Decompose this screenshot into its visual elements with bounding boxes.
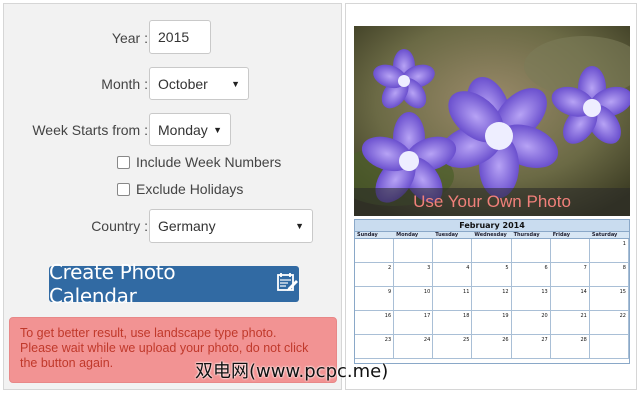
calendar-day-cell	[472, 239, 512, 263]
week-start-label: Week Starts from :	[32, 122, 148, 138]
calendar-day-cell: 20	[511, 311, 551, 335]
calendar-day-cell: 4	[433, 263, 473, 287]
calendar-day-cell: 1	[589, 239, 629, 263]
week-start-value: Monday	[158, 121, 208, 138]
chevron-down-icon: ▼	[295, 221, 304, 231]
calendar-day-cell: 9	[355, 287, 395, 311]
weekday-label: Friday	[552, 232, 571, 238]
month-label: Month :	[101, 76, 148, 92]
country-value: Germany	[158, 218, 216, 234]
calendar-day-cell	[550, 239, 590, 263]
calendar-day-cell: 17	[394, 311, 434, 335]
preview-photo: Use Your Own Photo	[354, 26, 630, 216]
alert-line-1: To get better result, use landscape type…	[20, 326, 277, 340]
weekday-label: Tuesday	[435, 232, 459, 238]
year-label: Year :	[111, 30, 148, 46]
calendar-day-cell	[433, 239, 473, 263]
calendar-day-cell: 19	[472, 311, 512, 335]
calendar-grid: February 2014 Sunday Monday Tuesday Wednesd…	[354, 219, 630, 364]
month-select[interactable]: October ▼	[149, 67, 249, 100]
calendar-day-cell: 11	[433, 287, 473, 311]
exclude-holidays-label: Exclude Holidays	[136, 181, 244, 197]
calendar-day-cell: 27	[511, 335, 551, 359]
calendar-day-cell: 7	[550, 263, 590, 287]
calendar-preview: Use Your Own Photo February 2014 Sunday M…	[345, 3, 637, 390]
calendar-day-cell: 28	[550, 335, 590, 359]
weekday-label: Wednesday	[474, 232, 507, 238]
country-label: Country :	[91, 218, 148, 234]
include-week-numbers-row[interactable]: Include Week Numbers	[117, 154, 281, 170]
chevron-down-icon: ▼	[213, 124, 222, 135]
calendar-day-cell: 15	[589, 287, 629, 311]
calendar-day-cell: 13	[511, 287, 551, 311]
calendar-form: Year : 2015 Month : October ▼ Week Start…	[3, 3, 342, 390]
weekday-header: Sunday Monday Tuesday Wednesday Thursday Frid…	[355, 231, 629, 239]
calendar-title: February 2014	[355, 220, 629, 231]
calendar-day-cell: 8	[589, 263, 629, 287]
photo-caption: Use Your Own Photo	[354, 188, 630, 216]
include-week-numbers-label: Include Week Numbers	[136, 154, 282, 170]
country-select[interactable]: Germany ▼	[149, 209, 313, 243]
week-start-select[interactable]: Monday ▼	[149, 113, 231, 146]
calendar-day-cell: 10	[394, 287, 434, 311]
calendar-day-cell: 23	[355, 335, 395, 359]
weekday-label: Thursday	[513, 232, 540, 238]
create-button-label: Create Photo Calendar	[49, 260, 176, 308]
calendar-day-cell: 22	[589, 311, 629, 335]
calendar-day-cell	[589, 335, 629, 359]
weekday-label: Saturday	[591, 232, 618, 238]
calendar-day-cell: 18	[433, 311, 473, 335]
calendar-day-cell: 16	[355, 311, 395, 335]
watermark: 双电网(www.pcpc.me)	[195, 361, 389, 382]
calendar-day-cell: 12	[472, 287, 512, 311]
year-input[interactable]: 2015	[149, 20, 211, 54]
calendar-days: 1 2 3 4 5 6 7 8 9 10 11 12 13 14 15 16 17 18 19 20 21 22 23 24 2…	[355, 239, 629, 359]
calendar-day-cell: 14	[550, 287, 590, 311]
calendar-day-cell	[355, 239, 395, 263]
calendar-day-cell: 2	[355, 263, 395, 287]
calendar-day-cell: 25	[433, 335, 473, 359]
calendar-day-cell: 26	[472, 335, 512, 359]
calendar-day-cell	[394, 239, 434, 263]
exclude-holidays-row[interactable]: Exclude Holidays	[117, 181, 243, 197]
chevron-down-icon: ▼	[231, 78, 240, 89]
calendar-day-cell: 5	[472, 263, 512, 287]
month-value: October	[158, 75, 208, 92]
calendar-edit-icon	[277, 272, 299, 297]
calendar-day-cell: 24	[394, 335, 434, 359]
calendar-day-cell	[511, 239, 551, 263]
year-value: 2015	[158, 29, 190, 45]
include-week-numbers-checkbox[interactable]	[117, 155, 130, 169]
weekday-label: Sunday	[357, 232, 378, 238]
calendar-day-cell: 6	[511, 263, 551, 287]
weekday-label: Monday	[396, 232, 419, 238]
calendar-day-cell: 3	[394, 263, 434, 287]
create-photo-calendar-button[interactable]: Create Photo Calendar	[49, 260, 299, 308]
calendar-day-cell: 21	[550, 311, 590, 335]
exclude-holidays-checkbox[interactable]	[117, 182, 130, 196]
